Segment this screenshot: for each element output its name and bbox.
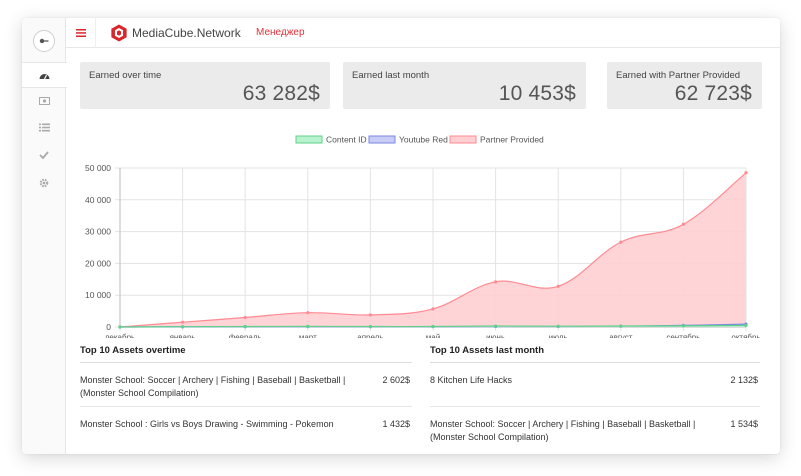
data-point-partner-provided <box>681 222 686 226</box>
data-point-partner-provided <box>744 171 748 175</box>
data-point-content-id <box>368 324 372 329</box>
gear-icon <box>39 178 49 188</box>
manager-link[interactable]: Менеджер <box>256 27 305 38</box>
data-point-partner-provided <box>243 315 247 320</box>
data-point-content-id <box>619 324 623 328</box>
data-point-content-id <box>306 324 310 328</box>
y-tick-label: 10 000 <box>85 290 111 300</box>
legend-swatch-youtube-red <box>368 135 396 144</box>
y-tick-label: 40 000 <box>85 195 111 205</box>
x-tick-label: апрель <box>357 333 383 338</box>
y-tick-label: 0 <box>106 322 111 332</box>
menu-toggle-button[interactable] <box>66 18 96 48</box>
legend-label-youtube-red: Youtube Red <box>399 135 448 145</box>
data-point-content-id <box>556 324 560 328</box>
top-bar: MediaCube.Network Менеджер <box>66 18 780 48</box>
y-tick-label: 30 000 <box>85 227 111 237</box>
table-row[interactable]: Monster School: Soccer | Archery | Fishi… <box>80 363 412 407</box>
x-tick-label: январь <box>170 333 196 338</box>
asset-value: 1 432$ <box>382 419 410 429</box>
data-point-partner-provided <box>368 313 372 317</box>
legend-swatch-partner-provided <box>449 135 477 144</box>
list-icon <box>38 123 50 131</box>
table-title: Top 10 Assets last month <box>430 345 760 363</box>
sidebar-item-dashboard[interactable] <box>22 62 67 88</box>
x-tick-label: декабрь <box>105 333 135 338</box>
table-title: Top 10 Assets overtime <box>80 345 412 363</box>
x-tick-label: июнь <box>486 333 505 338</box>
data-point-content-id <box>744 323 748 328</box>
asset-name: Monster School : Girls vs Boys Drawing -… <box>80 419 334 429</box>
sidebar-item-list[interactable] <box>22 114 66 140</box>
data-point-partner-provided <box>619 240 623 244</box>
data-point-content-id <box>243 324 247 329</box>
hamburger-icon <box>75 29 86 37</box>
stat-label: Earned last month <box>352 70 430 81</box>
asset-name: 8 Kitchen Life Hacks <box>430 375 513 385</box>
sidebar-item-settings[interactable] <box>22 170 66 196</box>
earnings-chart: 0 10 000 20 000 30 000 40 000 50 000 декабрь ян… <box>85 135 761 339</box>
arrow-left-icon <box>39 38 49 44</box>
stat-card-earned-partner-provided: Earned with Partner Provided 62 723$ <box>607 62 762 109</box>
brand-name: MediaCube.Network <box>132 26 241 40</box>
sidebar-item-payments[interactable] <box>22 88 66 114</box>
x-tick-label: август <box>609 333 633 338</box>
stat-card-earned-last-month: Earned last month 10 453$ <box>343 62 586 109</box>
y-tick-label: 20 000 <box>85 258 111 268</box>
stat-card-earned-over-time: Earned over time 63 282$ <box>80 62 330 109</box>
asset-name: Monster School: Soccer | Archery | Fishi… <box>430 419 696 442</box>
legend-label-partner-provided: Partner Provided <box>480 135 544 145</box>
stat-label: Earned over time <box>89 70 162 81</box>
data-point-content-id <box>681 324 686 328</box>
table-row[interactable]: 8 Kitchen Life Hacks 2 132$ <box>430 363 760 407</box>
brand-logo[interactable]: MediaCube.Network <box>110 24 241 42</box>
x-tick-label: июль <box>549 333 568 338</box>
x-tick-label: май <box>426 333 440 338</box>
data-point-content-id <box>181 325 185 329</box>
data-point-partner-provided <box>431 307 435 311</box>
x-tick-label: сентябрь <box>666 333 700 338</box>
mediacube-logo-icon <box>111 24 127 42</box>
check-icon <box>39 151 49 159</box>
data-point-content-id <box>494 324 498 328</box>
legend-label-content-id: Content ID <box>326 135 367 145</box>
data-point-content-id <box>431 324 435 329</box>
stat-value: 63 282$ <box>242 82 320 105</box>
top-assets-last-month-table: Top 10 Assets last month 8 Kitchen Life … <box>430 345 760 445</box>
asset-name: Monster School: Soccer | Archery | Fishi… <box>80 375 346 398</box>
stat-value: 10 453$ <box>498 82 576 105</box>
sidebar <box>22 18 67 454</box>
table-row[interactable]: Monster School: Soccer | Archery | Fishi… <box>430 407 760 445</box>
legend-swatch-content-id <box>295 135 323 144</box>
stat-value: 62 723$ <box>674 82 752 105</box>
top-assets-overtime-table: Top 10 Assets overtime Monster School: S… <box>80 345 412 439</box>
data-point-partner-provided <box>306 311 310 315</box>
stat-label: Earned with Partner Provided <box>616 70 741 81</box>
dashboard-icon <box>39 73 50 79</box>
sidebar-item-tasks[interactable] <box>22 142 66 168</box>
app-window: MediaCube.Network Менеджер Earned over t… <box>22 18 780 454</box>
data-point-content-id <box>118 325 122 329</box>
data-point-partner-provided <box>556 284 560 288</box>
asset-value: 2 132$ <box>730 375 758 385</box>
data-point-partner-provided <box>181 320 185 324</box>
collapse-sidebar-button[interactable] <box>33 30 55 52</box>
y-tick-label: 50 000 <box>85 163 111 173</box>
x-tick-label: октябрь <box>731 333 760 338</box>
x-tick-label: февраль <box>229 333 262 338</box>
x-tick-label: март <box>299 333 317 338</box>
data-point-partner-provided <box>494 280 498 284</box>
asset-value: 1 534$ <box>730 419 758 429</box>
asset-value: 2 602$ <box>382 375 410 385</box>
table-row[interactable]: Monster School : Girls vs Boys Drawing -… <box>80 407 412 439</box>
money-icon <box>38 97 50 105</box>
